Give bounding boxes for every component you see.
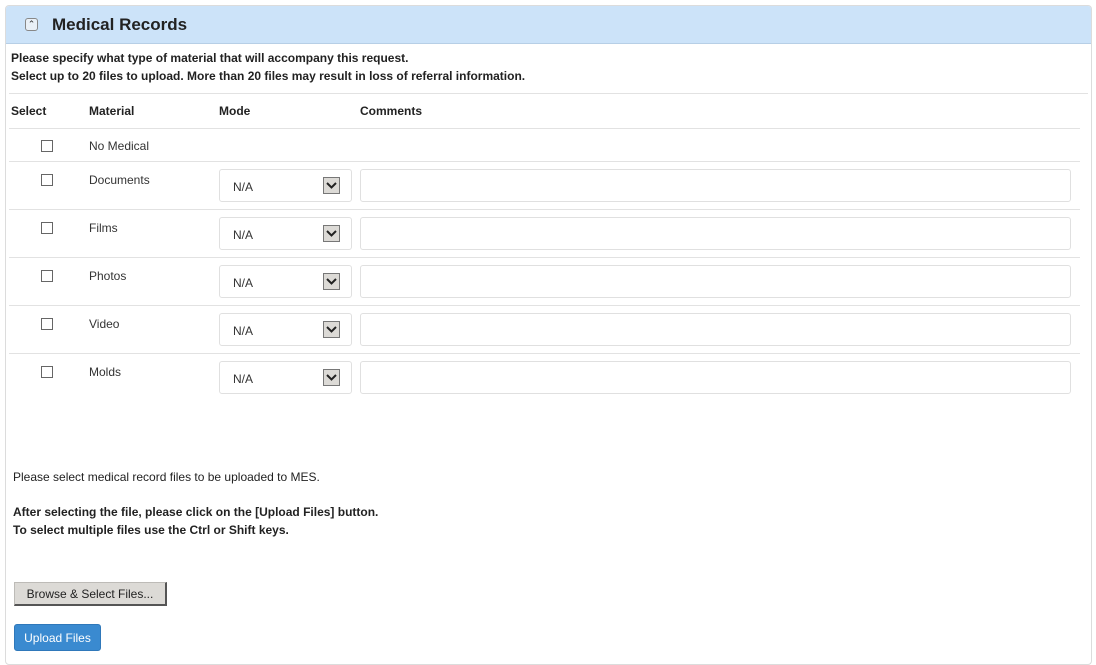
chevron-down-icon[interactable] (323, 224, 340, 242)
panel-title: Medical Records (52, 14, 188, 34)
mode-value: N/A (233, 275, 254, 290)
header-select: Select (9, 94, 89, 129)
chevron-down-icon[interactable] (323, 272, 340, 290)
photos-checkbox[interactable] (41, 269, 53, 282)
films-comment-input[interactable] (360, 216, 1071, 250)
chevron-down-icon[interactable] (323, 176, 340, 194)
upload-instruction: After selecting the file, please click o… (13, 505, 379, 519)
table-row: Films N/A (9, 209, 1080, 258)
medical-records-panel: ⌃ Medical Records Please specify what ty… (5, 5, 1092, 665)
molds-checkbox[interactable] (41, 365, 53, 378)
double-chevron-up-icon[interactable]: ⌃ (25, 18, 38, 31)
header-comments: Comments (360, 94, 1080, 129)
header-mode: Mode (219, 94, 360, 129)
molds-comment-input[interactable] (360, 360, 1071, 394)
multi-select-instruction: To select multiple files use the Ctrl or… (13, 523, 289, 537)
material-label: Video (89, 316, 120, 331)
material-label: Photos (89, 268, 127, 283)
upload-files-button[interactable]: Upload Files (14, 624, 101, 651)
chevron-down-icon[interactable] (323, 320, 340, 338)
films-mode-select[interactable]: N/A (219, 216, 352, 250)
material-label: Films (89, 220, 118, 235)
materials-table: Select Material Mode Comments No Medical… (9, 94, 1080, 401)
photos-comment-input[interactable] (360, 264, 1071, 298)
material-label: Molds (89, 364, 122, 379)
video-checkbox[interactable] (41, 317, 53, 330)
mode-value: N/A (233, 323, 254, 338)
material-label: No Medical (89, 138, 150, 153)
material-label: Documents (89, 172, 150, 187)
table-header-row: Select Material Mode Comments (9, 94, 1080, 129)
films-checkbox[interactable] (41, 221, 53, 234)
no-medical-checkbox[interactable] (41, 139, 53, 152)
intro-text: Please specify what type of material tha… (6, 44, 1091, 93)
video-mode-select[interactable]: N/A (219, 312, 352, 346)
header-material: Material (89, 94, 219, 129)
table-row: Documents N/A (9, 161, 1080, 210)
table-row-no-medical: No Medical (9, 128, 1080, 162)
table-row: Video N/A (9, 305, 1080, 354)
material-instruction: Please specify what type of material tha… (11, 51, 409, 65)
documents-mode-select[interactable]: N/A (219, 168, 352, 202)
mode-value: N/A (233, 227, 254, 242)
mode-value: N/A (233, 179, 254, 194)
panel-header: ⌃ Medical Records (6, 6, 1091, 44)
chevron-down-icon[interactable] (323, 368, 340, 386)
file-limit-warning: Select up to 20 files to upload. More th… (11, 69, 526, 83)
browse-select-files-button[interactable]: Browse & Select Files... (14, 582, 167, 606)
table-row: Photos N/A (9, 257, 1080, 306)
documents-comment-input[interactable] (360, 168, 1071, 202)
video-comment-input[interactable] (360, 312, 1071, 346)
documents-checkbox[interactable] (41, 173, 53, 186)
select-files-instruction: Please select medical record files to be… (13, 470, 320, 484)
molds-mode-select[interactable]: N/A (219, 360, 352, 394)
table-row: Molds N/A (9, 353, 1080, 401)
photos-mode-select[interactable]: N/A (219, 264, 352, 298)
mode-value: N/A (233, 371, 254, 386)
